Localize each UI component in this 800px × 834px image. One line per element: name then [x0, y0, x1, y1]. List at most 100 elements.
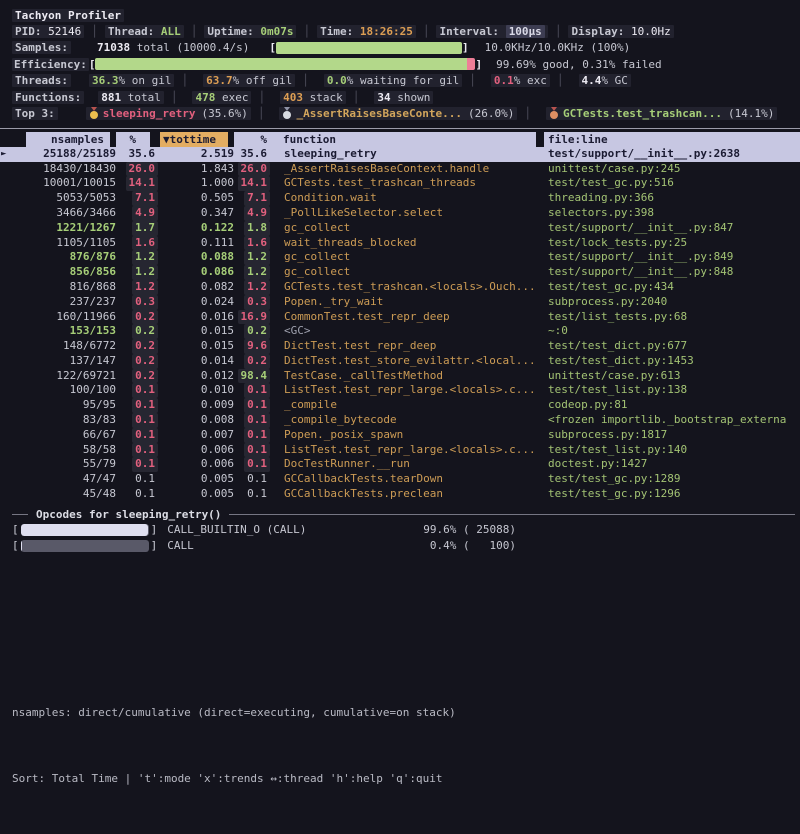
cell-tottime: 0.005: [158, 487, 234, 502]
cell-percent-cumulative: 0.1: [234, 398, 270, 413]
cell-nsamples: 10001/10015: [26, 176, 116, 191]
table-row[interactable]: 237/237 0.3 0.024 0.3 Popen._try_wait su…: [0, 295, 800, 310]
stat-group: 881 total: [98, 91, 164, 104]
cell-spacer: [270, 191, 278, 206]
cell-spacer: [270, 428, 278, 443]
table-row[interactable]: 25188/25189 35.6 2.519 35.6 sleeping_ret…: [0, 147, 800, 162]
cell-percent-direct: 0.1: [116, 398, 158, 413]
top-function-item[interactable]: sleeping_retry(35.6%): [86, 107, 251, 120]
cell-percent-direct: 0.2: [116, 310, 158, 325]
samples-label: Samples:: [15, 41, 68, 54]
cell-percent-direct: 0.2: [116, 354, 158, 369]
cell-percent-cumulative: 0.1: [234, 428, 270, 443]
row-cursor: [0, 472, 26, 487]
row-cursor: [0, 310, 26, 325]
header-percent-direct[interactable]: %: [116, 132, 150, 147]
status-value: 52146: [48, 25, 81, 38]
table-row[interactable]: 1221/1267 1.7 0.122 1.8 gc_collect test/…: [0, 221, 800, 236]
stat-value: 478: [195, 91, 215, 104]
table-row[interactable]: 95/95 0.1 0.009 0.1 _compile codeop.py:8…: [0, 398, 800, 413]
table-row[interactable]: 3466/3466 4.9 0.347 4.9 _PollLikeSelecto…: [0, 206, 800, 221]
table-row[interactable]: 10001/10015 14.1 1.000 14.1 GCTests.test…: [0, 176, 800, 191]
bracket-open: [: [269, 41, 276, 54]
bracket-close: ]: [151, 539, 158, 552]
header-file-line[interactable]: file:line: [544, 132, 800, 147]
table-row[interactable]: 148/6772 0.2 0.015 9.6 DictTest.test_rep…: [0, 339, 800, 354]
table-row[interactable]: 137/147 0.2 0.014 0.2 DictTest.test_stor…: [0, 354, 800, 369]
cell-spacer: [536, 354, 544, 369]
table-row[interactable]: 160/11966 0.2 0.016 16.9 CommonTest.test…: [0, 310, 800, 325]
cell-percent-direct: 0.1: [116, 457, 158, 472]
row-cursor: [0, 324, 26, 339]
table-row[interactable]: 816/868 1.2 0.082 1.2 GCTests.test_trash…: [0, 280, 800, 295]
cell-nsamples: 55/79: [26, 457, 116, 472]
status-label: PID:: [15, 25, 42, 38]
cell-spacer: [536, 487, 544, 502]
table-row[interactable]: 18430/18430 26.0 1.843 26.0 _AssertRaise…: [0, 162, 800, 177]
cell-file-line: test/lock_tests.py:25: [544, 236, 800, 251]
cell-percent-direct: 0.3: [116, 295, 158, 310]
stat-text: % GC: [601, 74, 628, 87]
header-tottime-sort[interactable]: ▼tottime: [160, 132, 228, 147]
table-row[interactable]: 83/83 0.1 0.008 0.1 _compile_bytecode <f…: [0, 413, 800, 428]
opcode-bar-track: [21, 524, 149, 536]
bracket-open: [: [89, 58, 96, 71]
stat-value: 34: [377, 91, 390, 104]
table-row[interactable]: 856/856 1.2 0.086 1.2 gc_collect test/su…: [0, 265, 800, 280]
table-row[interactable]: 153/153 0.2 0.015 0.2 <GC> ~:0: [0, 324, 800, 339]
stat-group: 4.4% GC: [579, 74, 631, 87]
cell-spacer: [270, 147, 278, 162]
table-row[interactable]: 122/69721 0.2 0.012 98.4 TestCase._callT…: [0, 369, 800, 384]
cell-file-line: test/test_gc.py:1296: [544, 487, 800, 502]
table-row[interactable]: 100/100 0.1 0.010 0.1 ListTest.test_repr…: [0, 383, 800, 398]
top-function-percent: (14.1%): [728, 107, 774, 120]
title-line: Tachyon Profiler: [12, 7, 800, 23]
cell-spacer: [270, 413, 278, 428]
table-row[interactable]: 47/47 0.1 0.005 0.1 GCCallbackTests.tear…: [0, 472, 800, 487]
table-row[interactable]: 58/58 0.1 0.006 0.1 ListTest.test_repr_l…: [0, 443, 800, 458]
table-row[interactable]: 45/48 0.1 0.005 0.1 GCCallbackTests.prec…: [0, 487, 800, 502]
table-row[interactable]: 55/79 0.1 0.006 0.1 DocTestRunner.__run …: [0, 457, 800, 472]
cell-tottime: 0.024: [158, 295, 234, 310]
table-row[interactable]: 5053/5053 7.1 0.505 7.1 Condition.wait t…: [0, 191, 800, 206]
separator: │: [524, 107, 531, 120]
cell-spacer: [270, 162, 278, 177]
line-label-chip: Functions:: [12, 91, 84, 104]
table-row[interactable]: 66/67 0.1 0.007 0.1 Popen._posix_spawn s…: [0, 428, 800, 443]
cell-nsamples: 3466/3466: [26, 206, 116, 221]
opcode-row: [ ] CALL 0.4% ( 100): [12, 538, 800, 554]
efficiency-good-fill: [95, 58, 467, 70]
cell-percent-cumulative: 0.2: [234, 324, 270, 339]
cell-tottime: 0.086: [158, 265, 234, 280]
header-function[interactable]: function: [278, 132, 536, 147]
status-value: 100μs: [506, 25, 545, 38]
top-function-item[interactable]: GCTests.test_trashcan...(14.1%): [546, 107, 777, 120]
cell-function: ListTest.test_repr_large.<locals>.c...: [278, 383, 536, 398]
header-nsamples[interactable]: nsamples: [26, 132, 110, 147]
bracket-close: ]: [462, 41, 469, 54]
status-item: Thread: ALL: [105, 25, 184, 38]
samples-bar-track: [276, 42, 462, 54]
bracket-open: [: [12, 523, 19, 536]
stat-text: exec: [215, 91, 248, 104]
cell-file-line: test/test_list.py:138: [544, 383, 800, 398]
cell-nsamples: 5053/5053: [26, 191, 116, 206]
table-row[interactable]: 1105/1105 1.6 0.111 1.6 wait_threads_blo…: [0, 236, 800, 251]
separator: │: [557, 74, 564, 87]
bracket-open: [: [12, 539, 19, 552]
header-percent-cumulative[interactable]: %: [234, 132, 270, 147]
table-body: 25188/25189 35.6 2.519 35.6 sleeping_ret…: [0, 147, 800, 502]
cell-percent-cumulative: 0.3: [234, 295, 270, 310]
cell-percent-direct: 1.6: [116, 236, 158, 251]
top-function-item[interactable]: _AssertRaisesBaseConte...(26.0%): [279, 107, 517, 120]
cell-nsamples: 153/153: [26, 324, 116, 339]
table-row[interactable]: 876/876 1.2 0.088 1.2 gc_collect test/su…: [0, 250, 800, 265]
cell-spacer: [536, 162, 544, 177]
cell-percent-cumulative: 16.9: [234, 310, 270, 325]
cell-tottime: 0.006: [158, 443, 234, 458]
efficiency-bar: []: [89, 58, 482, 71]
separator: │: [302, 74, 309, 87]
cell-function: Popen._try_wait: [278, 295, 536, 310]
cell-percent-cumulative: 0.1: [234, 472, 270, 487]
cell-percent-cumulative: 14.1: [234, 176, 270, 191]
